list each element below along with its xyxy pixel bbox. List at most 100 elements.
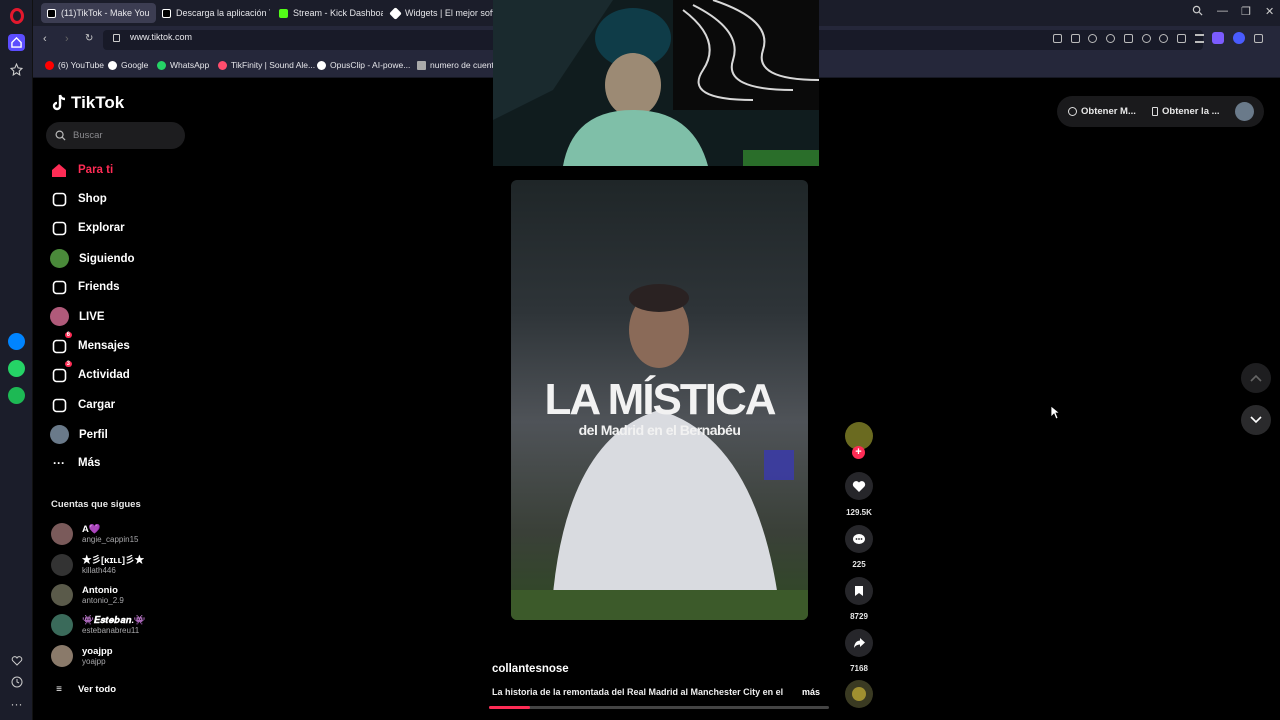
nav-live[interactable]: LIVE <box>50 307 105 326</box>
extensions-icon[interactable] <box>1253 34 1263 43</box>
snapshot-icon[interactable] <box>1053 34 1062 43</box>
url-text[interactable]: www.tiktok.com <box>130 32 192 42</box>
messages-icon: 6 <box>50 332 72 355</box>
search-input[interactable]: Buscar <box>46 122 185 149</box>
top-right-actions: Obtener M... Obtener la ... <box>1057 96 1264 127</box>
grid-icon <box>417 60 426 70</box>
get-coins-button[interactable]: Obtener M... <box>1068 106 1136 117</box>
heart-icon[interactable] <box>8 652 25 669</box>
bookmark-youtube[interactable]: (6) YouTube <box>45 60 104 70</box>
aria-icon[interactable] <box>1233 32 1246 44</box>
nav-friends[interactable]: Friends <box>50 278 120 296</box>
like-count: 129.5K <box>846 508 872 517</box>
bookmark-opusclip[interactable]: OpusClip - AI-powe... <box>317 60 410 70</box>
back-icon[interactable]: ‹ <box>43 33 47 45</box>
bookmark-label: numero de cuent <box>430 60 494 70</box>
following-account[interactable]: Antonio antonio_2.9 <box>51 584 124 606</box>
get-app-button[interactable]: Obtener la ... <box>1152 106 1220 117</box>
easy-setup-icon[interactable] <box>1194 34 1204 43</box>
tab-widgets[interactable]: Widgets | El mejor softwa <box>385 3 493 23</box>
youtube-icon <box>45 60 54 70</box>
comment-button[interactable] <box>845 525 873 553</box>
music-disc-icon[interactable] <box>845 680 873 708</box>
phone-icon <box>1152 107 1158 116</box>
maximize-icon[interactable]: ❐ <box>1241 5 1251 18</box>
reload-icon[interactable]: ↻ <box>85 33 93 44</box>
following-account[interactable]: 👾𝑬𝒔𝒕𝒆𝒃𝒂𝒏.👾 estebanabreu11 <box>51 614 146 636</box>
follow-plus-icon[interactable]: + <box>852 446 865 459</box>
previous-video-button[interactable] <box>1241 363 1271 393</box>
opera-logo-icon[interactable] <box>10 8 24 24</box>
bookmark-icon <box>855 586 863 596</box>
heart-icon[interactable] <box>1159 34 1169 43</box>
vpn-icon[interactable] <box>1106 34 1116 43</box>
nav-label: Mensajes <box>78 340 130 352</box>
nav-explorar[interactable]: Explorar <box>50 219 125 237</box>
nav-label: Perfil <box>79 428 108 441</box>
tab-kick[interactable]: Stream - Kick Dashboard <box>273 3 383 23</box>
browser-toolbar-icons <box>1053 32 1263 46</box>
bookmark-label: (6) YouTube <box>58 60 104 70</box>
download-icon[interactable] <box>1177 34 1187 43</box>
wallet-icon[interactable] <box>1123 34 1133 43</box>
more-link[interactable]: más <box>802 687 820 697</box>
bookmark-label: TikFinity | Sound Ale... <box>231 60 316 70</box>
tikfinity-icon <box>218 60 227 70</box>
following-account[interactable]: yoajpp yoajpp <box>51 645 113 667</box>
tab-tiktok[interactable]: (11)TikTok - Make You <box>41 3 156 23</box>
video-progress-bar[interactable] <box>489 706 829 709</box>
nav-label: LIVE <box>79 310 105 323</box>
profile-icon[interactable] <box>1212 32 1225 44</box>
forward-icon[interactable]: › <box>65 33 69 45</box>
tab-descarga[interactable]: Descarga la aplicación Tik <box>156 3 270 23</box>
notification-badge: 3 <box>64 361 72 367</box>
messenger-icon[interactable] <box>8 333 25 350</box>
following-account[interactable]: A💜 angie_cappin15 <box>51 523 139 545</box>
save-button[interactable] <box>845 577 873 605</box>
play-icon[interactable] <box>1141 34 1151 43</box>
history-clock-icon[interactable] <box>8 673 25 690</box>
home-icon <box>50 161 68 179</box>
bookmark-numero[interactable]: numero de cuent <box>417 60 494 70</box>
bookmark-tikfinity[interactable]: TikFinity | Sound Ale... <box>218 60 315 70</box>
tab-label: (11)TikTok - Make You <box>61 8 150 18</box>
nav-siguiendo[interactable]: Siguiendo <box>50 249 135 268</box>
home-icon[interactable] <box>8 34 25 51</box>
kick-favicon-icon <box>279 8 288 18</box>
video-player[interactable]: LA MÍSTICA del Madrid en el Bernabéu <box>511 180 808 620</box>
nav-cargar[interactable]: Cargar <box>50 396 115 414</box>
nav-perfil[interactable]: Perfil <box>50 425 108 444</box>
video-author[interactable]: collantesnose <box>492 663 569 675</box>
avatar <box>51 645 73 667</box>
nav-mensajes[interactable]: 6 Mensajes <box>50 332 130 355</box>
camera-icon[interactable] <box>1070 34 1080 43</box>
nav-label: Cargar <box>78 399 116 411</box>
nav-actividad[interactable]: 3 Actividad <box>50 361 130 384</box>
share-button[interactable] <box>845 629 873 657</box>
nav-para-ti[interactable]: Para ti <box>50 161 113 179</box>
see-all-link[interactable]: ≡ Ver todo <box>50 680 116 698</box>
bookmark-google[interactable]: Google <box>108 60 148 70</box>
speed-dial-star-icon[interactable] <box>8 61 25 78</box>
account-name: A💜 <box>82 523 101 535</box>
minimize-icon[interactable]: — <box>1217 5 1228 17</box>
whatsapp-icon <box>157 60 166 70</box>
whatsapp-icon[interactable] <box>8 360 25 377</box>
nav-más[interactable]: ··· Más <box>50 454 100 472</box>
account-name: ★彡[ᴋɪʟʟ]彡★ <box>82 554 145 566</box>
shield-icon[interactable] <box>1088 34 1098 43</box>
bookmark-whatsapp[interactable]: WhatsApp <box>157 60 209 70</box>
search-tabs-icon[interactable] <box>1192 5 1203 19</box>
tab-label: Stream - Kick Dashboard <box>293 8 383 18</box>
tiktok-logo[interactable]: TikTok <box>51 93 124 113</box>
btn-label: Obtener M... <box>1081 106 1136 117</box>
next-video-button[interactable] <box>1241 405 1271 435</box>
user-avatar[interactable] <box>1235 102 1254 121</box>
following-account[interactable]: ★彡[ᴋɪʟʟ]彡★ killath446 <box>51 554 144 576</box>
bookmark-label: WhatsApp <box>170 60 210 70</box>
close-icon[interactable]: ✕ <box>1265 5 1274 18</box>
like-button[interactable] <box>845 472 873 500</box>
more-dots-icon[interactable]: ··· <box>8 695 25 712</box>
nav-shop[interactable]: Shop <box>50 190 107 208</box>
spotify-icon[interactable] <box>8 387 25 404</box>
